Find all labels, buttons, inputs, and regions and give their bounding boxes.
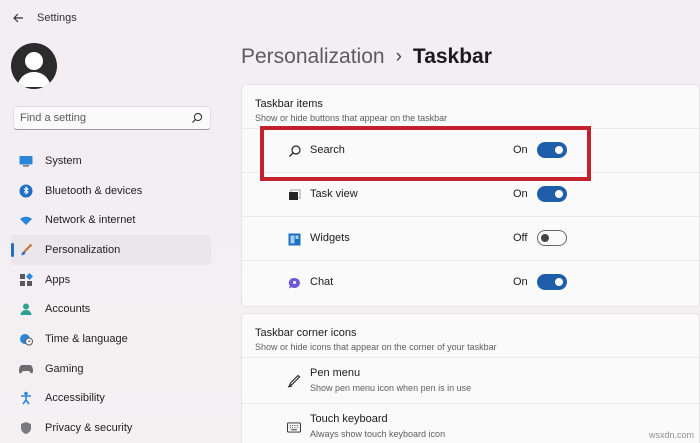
breadcrumb-separator: › <box>395 46 402 67</box>
section-title: Taskbar corner icons <box>255 327 357 339</box>
setting-label: Task view <box>310 188 358 200</box>
page-title: Taskbar <box>412 45 492 68</box>
breadcrumb-parent[interactable]: Personalization <box>241 45 385 69</box>
highlight-box <box>260 126 591 181</box>
widgets-icon <box>287 232 301 246</box>
wifi-icon <box>19 213 33 227</box>
sidebar-item-label: Gaming <box>45 362 84 375</box>
toggle-knob <box>555 190 563 198</box>
setting-row-chat: Chat On <box>242 261 699 305</box>
sidebar-item-time-language[interactable]: Time & language <box>11 324 211 354</box>
user-avatar-icon <box>17 52 51 87</box>
setting-label: Pen menu <box>310 367 361 379</box>
setting-description: Show pen menu icon when pen is in use <box>310 383 472 393</box>
back-arrow-icon <box>13 13 23 23</box>
taskbar-corner-icons-section: Taskbar corner icons Show or hide icons … <box>241 313 700 443</box>
bluetooth-icon <box>19 184 33 198</box>
keyboard-icon <box>287 420 301 434</box>
section-title: Taskbar items <box>255 98 323 110</box>
section-subtitle: Show or hide icons that appear on the co… <box>255 342 497 352</box>
shield-icon <box>19 421 33 435</box>
taskbar-items-section: Taskbar items Show or hide buttons that … <box>241 84 700 307</box>
setting-row-widgets: Widgets Off <box>242 217 699 261</box>
chat-toggle[interactable] <box>537 274 567 290</box>
section-subtitle: Show or hide buttons that appear on the … <box>255 113 448 123</box>
toggle-state: On <box>513 276 528 288</box>
sidebar-item-label: System <box>45 154 82 167</box>
sidebar-item-label: Accessibility <box>45 392 105 405</box>
sidebar-item-privacy-security[interactable]: Privacy & security <box>11 413 211 443</box>
watermark: wsxdn.com <box>648 430 694 440</box>
search-field[interactable] <box>13 106 211 130</box>
sidebar-item-accessibility[interactable]: Accessibility <box>11 384 211 414</box>
sidebar-item-label: Accounts <box>45 303 91 316</box>
toggle-state: On <box>513 188 528 200</box>
setting-label: Touch keyboard <box>310 413 388 425</box>
brush-icon <box>19 243 33 257</box>
sidebar-item-label: Bluetooth & devices <box>45 184 143 197</box>
setting-label: Chat <box>310 276 334 288</box>
sidebar-item-personalization[interactable]: Personalization <box>11 235 211 265</box>
sidebar-nav: System Bluetooth & devices Network & int… <box>11 146 211 443</box>
gamepad-icon <box>19 362 33 376</box>
person-icon <box>19 302 33 316</box>
app-title: Settings <box>37 12 77 24</box>
breadcrumb: Personalization › Taskbar <box>241 42 492 72</box>
avatar[interactable] <box>11 43 57 89</box>
toggle-knob <box>555 278 563 286</box>
setting-row-touch-keyboard[interactable]: Touch keyboard Always show touch keyboar… <box>242 404 699 443</box>
sidebar-item-label: Personalization <box>45 243 121 256</box>
sidebar-item-accounts[interactable]: Accounts <box>11 294 211 324</box>
sidebar-item-gaming[interactable]: Gaming <box>11 354 211 384</box>
sidebar-item-label: Apps <box>45 273 71 286</box>
back-button[interactable] <box>8 8 28 28</box>
setting-description: Always show touch keyboard icon <box>310 429 446 439</box>
accessibility-icon <box>19 391 33 405</box>
section-header[interactable]: Taskbar corner icons Show or hide icons … <box>242 314 699 358</box>
sidebar-item-network[interactable]: Network & internet <box>11 205 211 235</box>
toggle-knob <box>541 234 549 242</box>
toggle-state: Off <box>513 232 528 244</box>
search-icon[interactable] <box>191 112 203 124</box>
task-view-icon <box>287 188 301 202</box>
sidebar-item-label: Privacy & security <box>45 422 133 435</box>
setting-row-pen-menu[interactable]: Pen menu Show pen menu icon when pen is … <box>242 358 699 404</box>
title-bar: Settings <box>0 0 700 36</box>
sidebar-item-label: Time & language <box>45 332 128 345</box>
search-input[interactable] <box>20 107 190 129</box>
chat-icon <box>287 276 301 290</box>
sidebar-item-apps[interactable]: Apps <box>11 265 211 295</box>
section-header[interactable]: Taskbar items Show or hide buttons that … <box>242 85 699 129</box>
pen-icon <box>287 374 301 388</box>
apps-icon <box>19 272 33 287</box>
globe-clock-icon <box>19 332 33 346</box>
widgets-toggle[interactable] <box>537 230 567 246</box>
setting-label: Widgets <box>310 232 350 244</box>
task-view-toggle[interactable] <box>537 186 567 202</box>
sidebar-item-system[interactable]: System <box>11 146 211 176</box>
sidebar-item-label: Network & internet <box>45 214 136 227</box>
monitor-icon <box>19 154 33 168</box>
sidebar-item-bluetooth[interactable]: Bluetooth & devices <box>11 176 211 206</box>
